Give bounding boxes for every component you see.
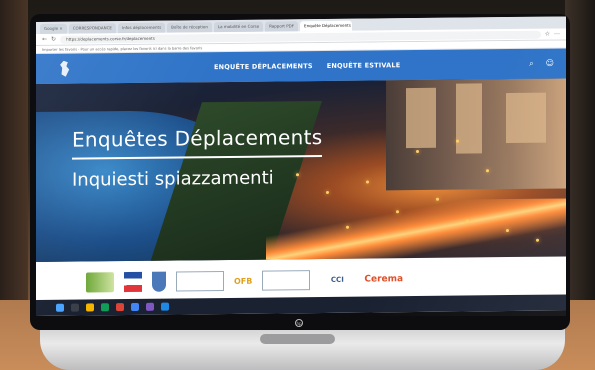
photo-scene: hp Google × CORRESPONDANCE Infos déplace… [0,0,595,370]
browser-tab[interactable]: Boîte de réception [167,22,212,33]
app-icon[interactable] [101,303,109,312]
app-icon[interactable] [146,302,154,311]
browser-tab[interactable]: Infos déplacements [117,22,166,34]
menu-icon[interactable]: ⋯ [554,31,560,38]
star-icon[interactable]: ☆ [545,31,550,38]
search-icon[interactable]: ⌕ [529,59,533,69]
browser-icon[interactable] [131,302,139,312]
hero-subtitle: Inquiesti spiazzamenti [72,167,274,191]
laptop-hinge [260,334,335,344]
hero-banner: Enquêtes Déplacements Inquiesti spiazzam… [36,78,566,263]
partner-logo-cerema[interactable]: Cerema [364,269,403,289]
hero-title: Enquêtes Déplacements [72,125,323,152]
laptop-base [40,326,565,370]
partner-logo-green[interactable] [86,272,114,293]
partner-logo-republique[interactable] [124,271,142,293]
browser-tab[interactable]: Rapport PDF [265,21,299,32]
laptop-screen: Google × CORRESPONDANCE Infos déplacemen… [36,16,566,317]
user-icon[interactable]: ☺ [546,59,554,69]
start-icon[interactable] [56,303,64,312]
refresh-icon[interactable]: ↻ [51,36,56,43]
partner-logo-shield[interactable] [152,271,166,292]
hp-logo: hp [295,319,303,327]
partner-logo-ofb[interactable]: OFB [234,271,252,291]
back-icon[interactable]: ← [42,36,47,43]
partner-logo-text[interactable] [176,271,224,292]
browser-tab[interactable]: La mobilité en Corse [213,21,264,33]
browser-tab[interactable]: CORRESPONDANCE [68,23,116,34]
explorer-icon[interactable] [86,303,94,312]
partner-logo-text-2[interactable] [262,270,311,291]
nav-item-enquete-deplacements[interactable]: ENQUÊTE DÉPLACEMENTS [214,62,313,71]
app-icon[interactable] [161,302,169,311]
browser-tab-active[interactable]: Enquête Déplacements [300,20,353,32]
main-menu: ENQUÊTE DÉPLACEMENTS ENQUÊTE ESTIVALE [214,61,400,71]
nav-item-enquete-estivale[interactable]: ENQUÊTE ESTIVALE [327,61,401,70]
browser-tab[interactable]: Google × [40,23,67,34]
corsica-logo[interactable] [58,61,72,77]
header-icons: ⌕ ☺ [529,59,554,69]
search-taskbar-icon[interactable] [71,303,79,312]
partner-logo-cci[interactable]: CCI [320,270,354,290]
app-icon[interactable] [116,303,124,312]
